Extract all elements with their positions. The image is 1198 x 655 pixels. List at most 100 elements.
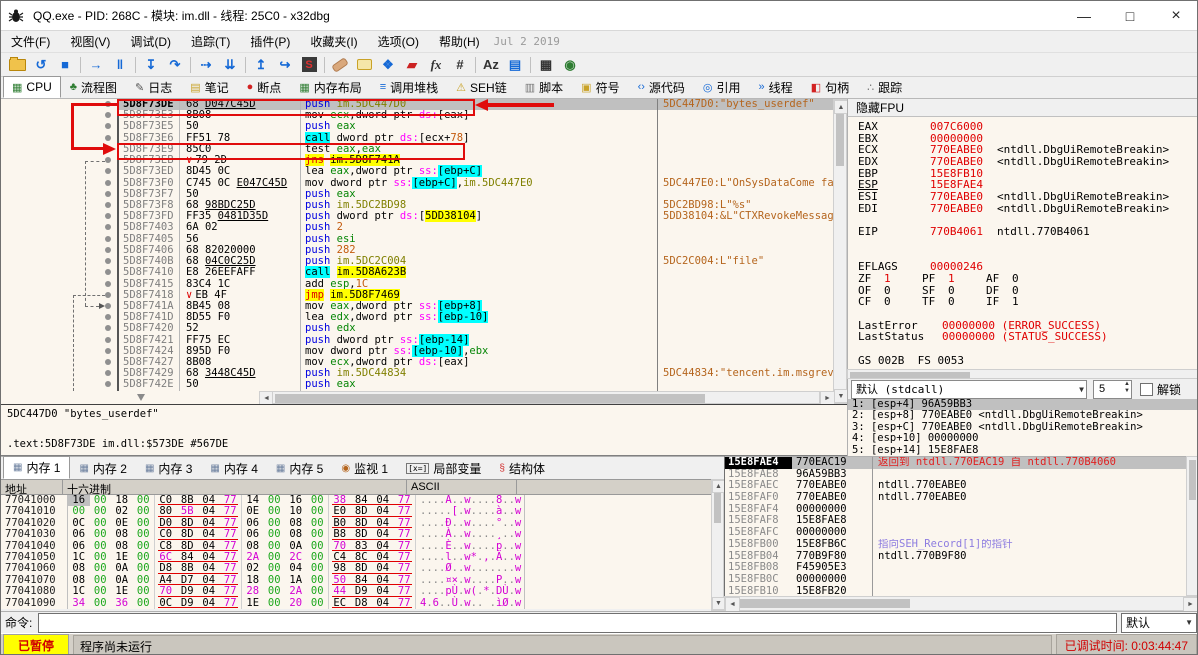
breakpoint-dot-icon[interactable] (105, 258, 111, 265)
breakpoint-gutter[interactable] (1, 222, 119, 234)
breakpoint-gutter[interactable] (1, 244, 119, 257)
breakpoint-gutter[interactable] (1, 312, 119, 324)
breakpoint-dot-icon[interactable] (105, 302, 111, 309)
tab-cpu[interactable]: ▦ CPU (3, 76, 61, 98)
menu-选项O[interactable]: 选项(O) (368, 31, 429, 52)
breakpoint-dot-icon[interactable] (105, 190, 111, 197)
tab-breakpoints[interactable]: ● 断点 (238, 76, 291, 98)
register-line[interactable]: OF 0 SF 0 DF 0 (858, 284, 1197, 297)
run-to-cursor-button[interactable]: ⇢ (194, 55, 218, 75)
tab-dump-1[interactable]: ▦ 内存 1 (3, 456, 71, 479)
stack-row[interactable]: 15E8FAE8 96A59BB3 (725, 468, 1186, 481)
stack-row[interactable]: 15E8FB08 F45905E3 (725, 561, 1186, 574)
register-line[interactable]: EFLAGS 00000246 (858, 261, 1197, 273)
breakpoint-gutter[interactable] (1, 233, 119, 245)
stack-row[interactable]: 15E8FAE4 770EAC19 返回到 ntdll.770EAC19 自 ntd… (725, 457, 1186, 469)
tab-trace[interactable]: ∴ 跟踪 (858, 76, 911, 98)
tab-symbols[interactable]: ▣ 符号 (572, 76, 628, 98)
tab-memory-map[interactable]: ▦ 内存布局 (290, 76, 370, 98)
breakpoint-dot-icon[interactable] (105, 347, 111, 354)
modules-button[interactable]: ▤ (503, 55, 527, 75)
stack-hscrollbar[interactable]: ◄ ► (724, 596, 1197, 612)
stack-vscrollbar[interactable] (1186, 456, 1197, 596)
stack-row[interactable]: 15E8FB00 15E8FB6C 指向SEH_Record[1]的指针 (725, 538, 1186, 551)
run-to-user-code-button[interactable]: ↪ (273, 55, 297, 75)
hide-fpu-button[interactable]: 隐藏FPU (847, 99, 1197, 117)
tab-call-stack[interactable]: ≡ 调用堆栈 (371, 76, 447, 98)
scroll-down-icon[interactable]: ▼ (834, 389, 848, 403)
menu-追踪T[interactable]: 追踪(T) (181, 31, 240, 52)
breakpoint-dot-icon[interactable] (105, 370, 111, 377)
open-file-button[interactable] (5, 55, 29, 75)
patches-button[interactable] (328, 55, 352, 75)
register-line[interactable]: EDX 770EABE0 <ntdll.DbgUiRemoteBreakin> (858, 156, 1197, 168)
disasm-row[interactable]: 5D8F73ED 8D45 0C lea eax,dword ptr ss:[ebp… (1, 165, 833, 178)
breakpoint-gutter[interactable] (1, 188, 119, 200)
breakpoint-gutter[interactable] (1, 121, 119, 133)
calling-convention-select[interactable]: 默认 (stdcall) ▼ (851, 379, 1087, 399)
disassembly-hscrollbar[interactable]: ◄ ► (1, 391, 835, 406)
tab-dump-5[interactable]: ▦ 内存 5 (267, 458, 332, 479)
tab-references[interactable]: ◎ 引用 (694, 76, 750, 98)
breakpoint-gutter[interactable] (1, 177, 119, 189)
breakpoint-dot-icon[interactable] (105, 381, 111, 388)
tab-watch-1[interactable]: ◉ 监视 1 (332, 458, 397, 479)
comments-button[interactable] (352, 55, 376, 75)
close-button[interactable]: × (1153, 1, 1197, 30)
stack-row[interactable]: 15E8FB10 15E8FB20 (725, 585, 1186, 596)
breakpoint-dot-icon[interactable] (105, 168, 111, 175)
tab-dump-3[interactable]: ▦ 内存 3 (136, 458, 201, 479)
strings-button[interactable]: Az (479, 55, 503, 75)
tab-script[interactable]: ▥ 脚本 (516, 76, 572, 98)
stack-row[interactable]: 15E8FAF0 770EABE0 ntdll.770EABE0 (725, 491, 1186, 504)
menu-文件F[interactable]: 文件(F) (1, 31, 60, 52)
register-line[interactable]: EDI 770EABE0 <ntdll.DbgUiRemoteBreakin> (858, 202, 1197, 215)
maximize-button[interactable]: □ (1107, 1, 1153, 30)
step-into-button[interactable]: ↧ (139, 55, 163, 75)
breakpoint-dot-icon[interactable] (105, 213, 111, 220)
tab-seh[interactable]: ⚠ SEH链 (447, 76, 516, 98)
breakpoint-dot-icon[interactable] (105, 157, 111, 164)
breakpoint-gutter[interactable] (1, 345, 119, 358)
tab-graph[interactable]: ♣ 流程图 (61, 76, 126, 98)
labels-button[interactable]: ❖ (376, 55, 400, 75)
tab-dump-4[interactable]: ▦ 内存 4 (201, 458, 266, 479)
tab-log[interactable]: ✎ 日志 (126, 76, 181, 98)
register-line[interactable] (858, 343, 1197, 355)
register-line[interactable] (858, 238, 1197, 250)
breakpoint-dot-icon[interactable] (105, 325, 111, 332)
functions-button[interactable]: fx (424, 55, 448, 75)
arguments-view[interactable]: 1: [esp+4] 96A59BB3 2: [esp+8] 770EABE0 <… (847, 399, 1197, 456)
disasm-row[interactable]: 5D8F7403 6A 02 push 2 (1, 222, 833, 234)
register-line[interactable]: EAX 007C6000 (858, 121, 1197, 133)
stack-row[interactable]: 15E8FAF4 00000000 (725, 503, 1186, 516)
registers-hscrollbar[interactable] (847, 369, 1197, 379)
restart-button[interactable]: ↺ (29, 55, 53, 75)
stack-row[interactable]: 15E8FB0C 00000000 (725, 573, 1186, 586)
register-line[interactable]: CF 0 TF 0 IF 1 (858, 296, 1197, 308)
scylla-button[interactable]: S (297, 55, 321, 75)
dump-row[interactable]: 77041030 06 00 08 00 C0 8D 04 77 06 00 08 00 B8 8D 04 77… (1, 528, 711, 541)
breakpoint-dot-icon[interactable] (105, 134, 111, 141)
register-line[interactable]: EIP 770B4061 ntdll.770B4061 (858, 226, 1197, 238)
spinner-arrows-icon[interactable]: ▲ ▼ (1124, 381, 1130, 395)
disasm-row[interactable]: 5D8F7410 E8 26EEFAFF call im.5D8A623B (1, 266, 833, 279)
breakpoint-gutter[interactable] (1, 199, 119, 212)
stack-row[interactable]: 15E8FAFC 00000000 (725, 526, 1186, 539)
tab-handles[interactable]: ◧ 句柄 (802, 76, 858, 98)
breakpoint-gutter[interactable] (1, 211, 119, 223)
pause-button[interactable]: ‖ (108, 55, 132, 75)
step-over-button[interactable]: ↷ (163, 55, 187, 75)
stop-button[interactable]: ■ (53, 55, 77, 75)
argument-row[interactable]: 4: [esp+10] 00000000 (848, 432, 1197, 444)
breakpoint-gutter[interactable] (1, 267, 119, 279)
register-line[interactable]: LastStatus 00000000 (STATUS_SUCCESS) (858, 331, 1197, 343)
breakpoint-dot-icon[interactable] (105, 336, 111, 343)
tab-threads[interactable]: » 线程 (750, 76, 802, 98)
breakpoint-dot-icon[interactable] (105, 179, 111, 186)
breakpoint-dot-icon[interactable] (105, 269, 111, 276)
tab-dump-2[interactable]: ▦ 内存 2 (70, 458, 135, 479)
menu-插件P[interactable]: 插件(P) (240, 31, 300, 52)
tab-locals[interactable]: [x=] 局部变量 (397, 458, 490, 479)
breakpoint-dot-icon[interactable] (105, 246, 111, 253)
